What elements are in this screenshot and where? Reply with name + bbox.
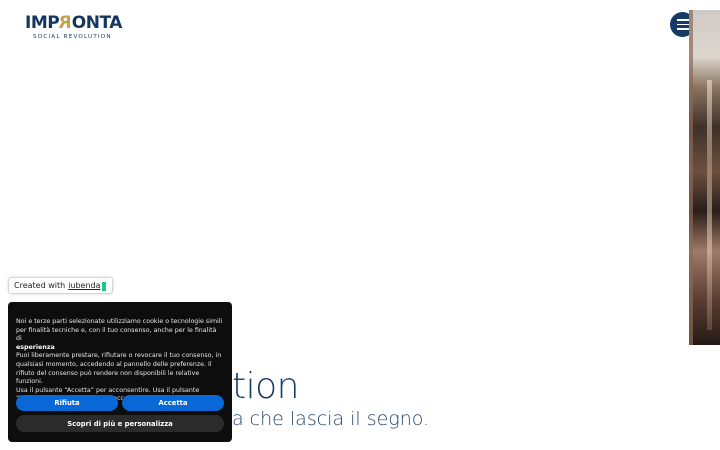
hamburger-icon-line xyxy=(676,28,689,30)
cookie-text: Noi e terze parti selezionate utilizziam… xyxy=(16,318,224,404)
iubenda-badge-prefix: Created with xyxy=(14,281,66,290)
hero-image-edge xyxy=(689,10,693,345)
logo-wordmark-part: IMP xyxy=(25,13,60,33)
cookie-text-line2: Puoi liberamente prestare, rifiutare o r… xyxy=(16,352,222,386)
logo-wordmark-r: R xyxy=(59,13,72,33)
accept-button[interactable]: Accetta xyxy=(122,395,224,411)
customize-button[interactable]: Scopri di più e personalizza xyxy=(16,415,224,432)
hamburger-icon-line xyxy=(676,23,689,26)
hero-subline: a che lascia il segno. xyxy=(232,408,430,430)
iubenda-link[interactable]: iubenda xyxy=(68,281,100,290)
logo-wordmark-part: ONTA xyxy=(71,13,123,33)
site-logo[interactable]: IMPRONTA SOCIAL REVOLUTION xyxy=(25,13,122,40)
iubenda-badge[interactable]: Created with iubenda xyxy=(8,277,113,294)
reject-button[interactable]: Rifiuta xyxy=(16,395,118,411)
cookie-button-row: Rifiuta Accetta xyxy=(16,395,224,411)
hero-image xyxy=(689,10,720,345)
hero-image-highlight xyxy=(707,80,712,330)
hamburger-icon xyxy=(676,19,689,21)
iubenda-icon xyxy=(102,282,106,291)
cookie-text-bold: esperienza xyxy=(16,343,55,351)
cookie-banner: Noi e terze parti selezionate utilizziam… xyxy=(8,302,232,442)
hero-image-fill xyxy=(689,10,720,345)
logo-wordmark: IMPRONTA xyxy=(25,13,122,33)
logo-tagline: SOCIAL REVOLUTION xyxy=(33,34,112,40)
hero-headline: tion xyxy=(232,366,299,407)
cookie-text-line1: Noi e terze parti selezionate utilizziam… xyxy=(16,318,223,343)
